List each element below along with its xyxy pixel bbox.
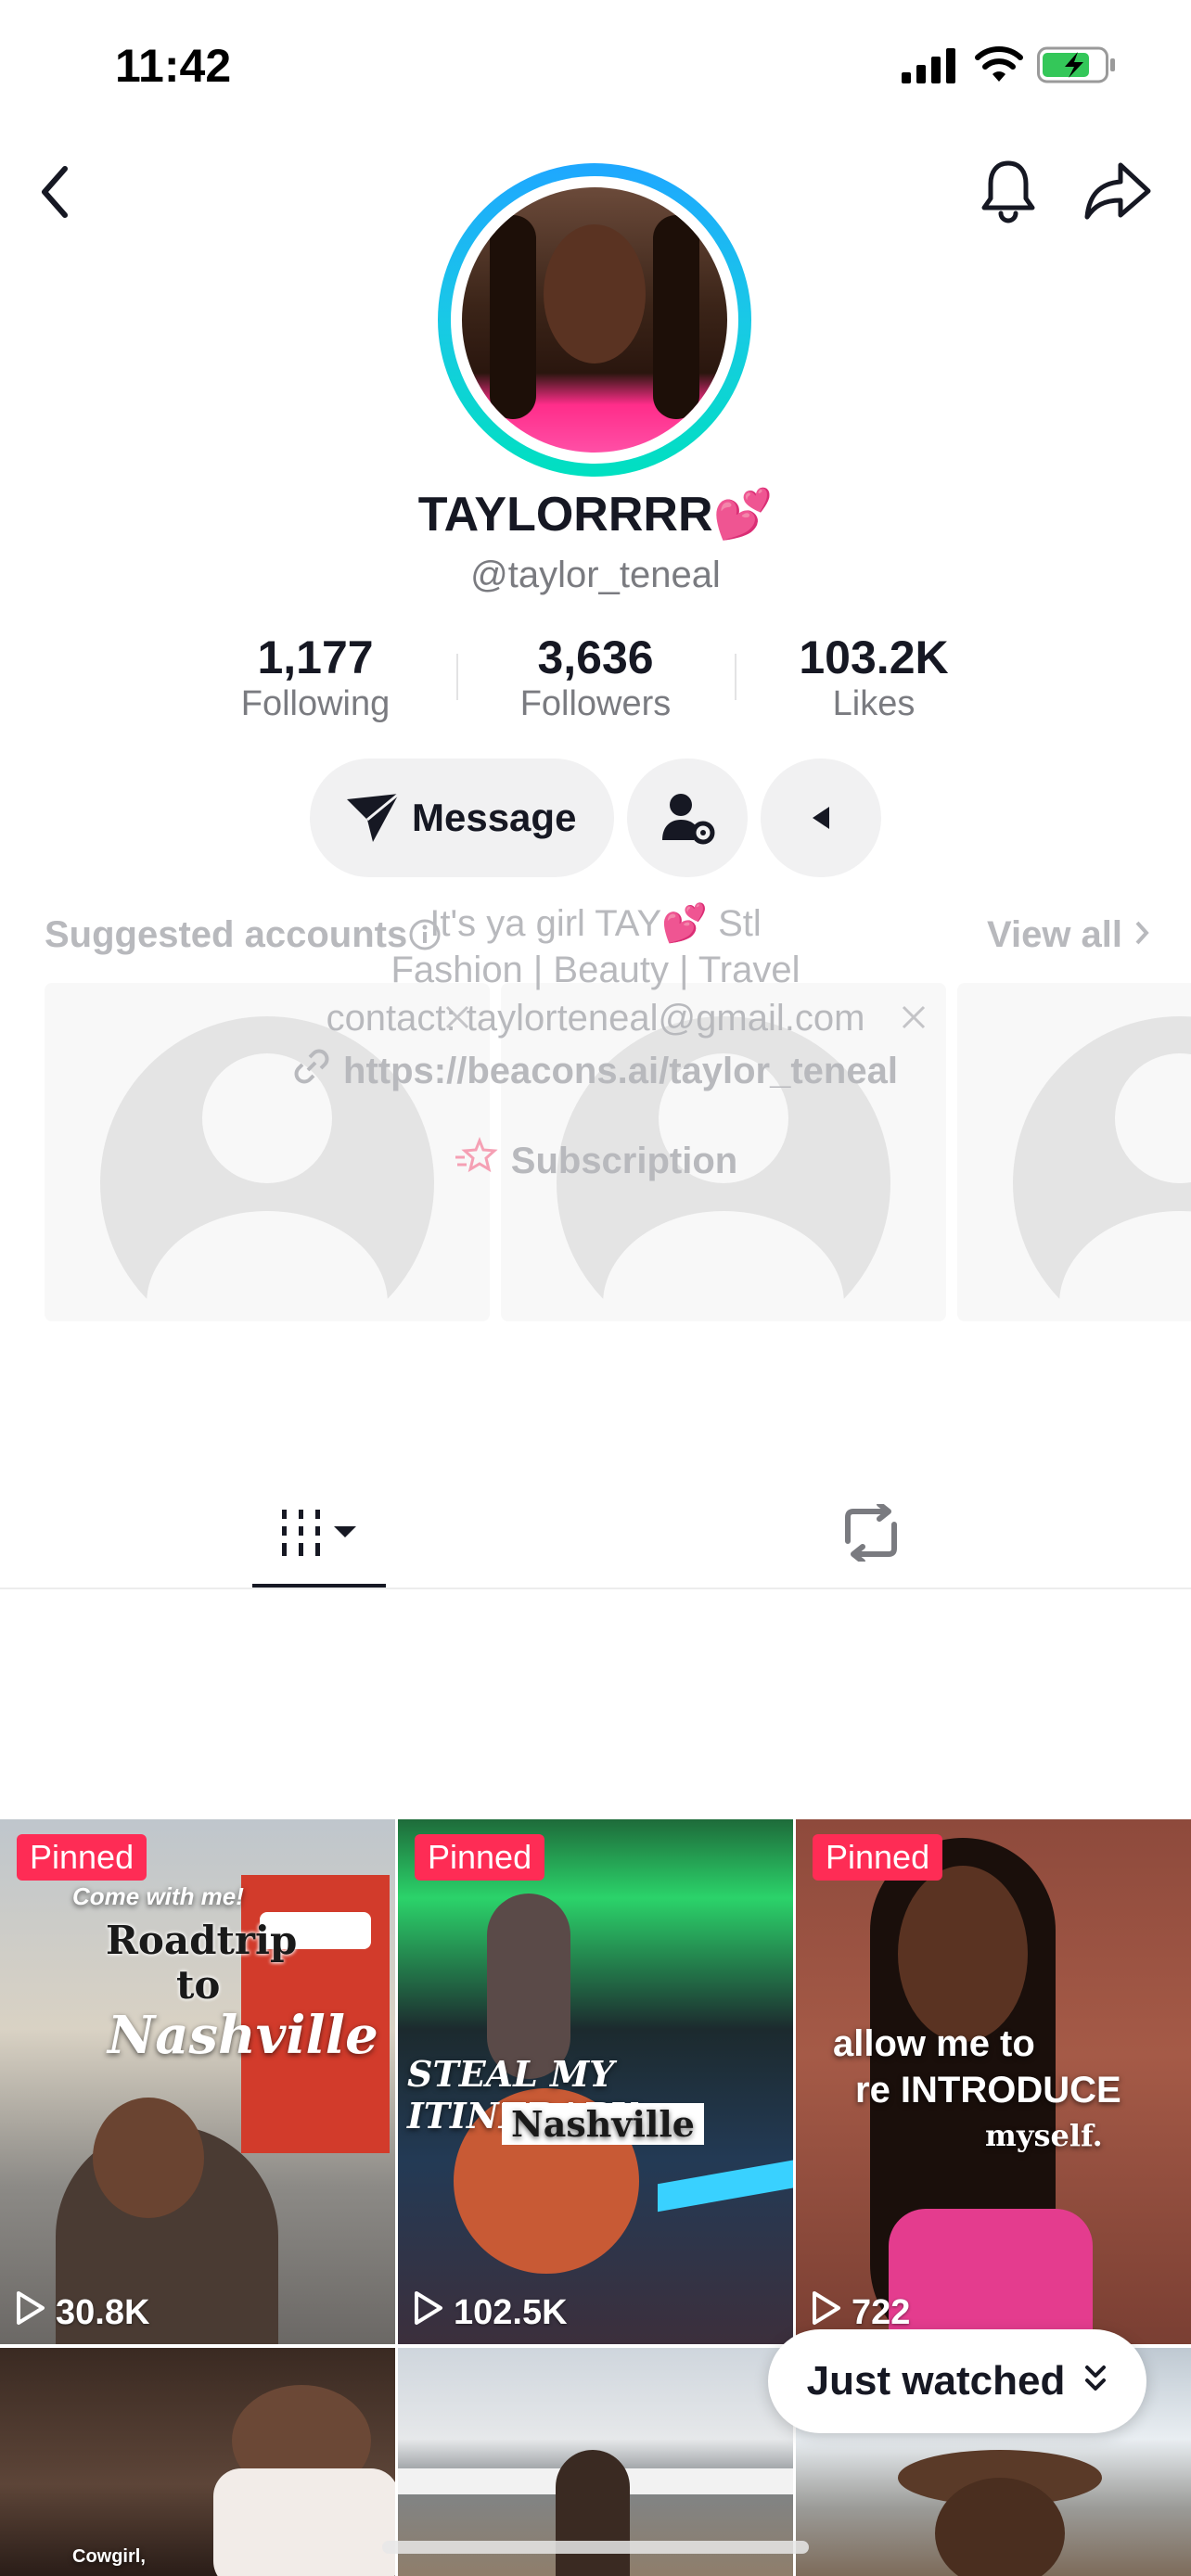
- stat-followers-label: Followers: [519, 684, 672, 723]
- play-icon: [413, 2290, 444, 2335]
- bio-line-3: contact: taylorteneal@gmail.com: [326, 998, 865, 1039]
- video-views-count: 102.5K: [454, 2292, 568, 2332]
- stat-likes-value: 103.2K: [799, 631, 949, 683]
- video-caption-line: Nashville: [502, 2103, 704, 2145]
- stat-following-label: Following: [240, 684, 391, 723]
- stat-likes[interactable]: 103.2K Likes: [772, 631, 976, 724]
- back-button[interactable]: [33, 159, 80, 229]
- video-caption-line: myself.: [985, 2118, 1103, 2153]
- video-thumbnail[interactable]: Pinned STEAL MY ITINERARY Nashville 102.…: [398, 1819, 793, 2344]
- video-caption-line: allow me to: [833, 2023, 1035, 2064]
- just-watched-button[interactable]: Just watched: [768, 2329, 1146, 2433]
- bio-link-label: https://beacons.ai/taylor_teneal: [343, 1050, 898, 1091]
- stat-likes-label: Likes: [832, 684, 916, 723]
- stat-divider: [456, 654, 458, 700]
- message-button-label: Message: [412, 796, 577, 839]
- video-thumbnail[interactable]: Pinned Come with me! Roadtrip to Nashvil…: [0, 1819, 395, 2344]
- chevron-double-down-icon: [1083, 2364, 1108, 2400]
- video-caption-line: to: [176, 1962, 221, 2008]
- video-caption-line: Cowgirl,: [72, 2546, 146, 2567]
- pinned-badge: Pinned: [415, 1834, 545, 1881]
- display-name: TAYLORRRR💕: [417, 488, 774, 542]
- bell-icon[interactable]: [978, 158, 1039, 229]
- avatar[interactable]: [438, 163, 751, 477]
- stat-divider: [735, 654, 736, 700]
- subscription-link[interactable]: Subscription: [0, 1136, 1191, 1185]
- video-caption-line: Roadtrip: [106, 1918, 298, 1963]
- send-icon: [345, 792, 401, 848]
- more-button[interactable]: [761, 759, 881, 877]
- video-caption-line: Nashville: [108, 2005, 378, 2066]
- bio-link[interactable]: https://beacons.ai/taylor_teneal: [0, 1048, 1191, 1094]
- video-caption-line: Come with me!: [72, 1882, 244, 1910]
- stat-following[interactable]: 1,177 Following: [213, 631, 417, 724]
- battery-icon: [1037, 46, 1117, 88]
- video-views: 30.8K: [15, 2290, 149, 2335]
- video-views-count: 722: [852, 2292, 911, 2332]
- signal-icon: [902, 48, 957, 88]
- video-views: 102.5K: [413, 2290, 568, 2335]
- add-friend-button[interactable]: [627, 759, 748, 877]
- tabs-divider: [0, 1588, 1191, 1589]
- share-icon[interactable]: [1083, 159, 1152, 227]
- pinned-badge: Pinned: [17, 1834, 147, 1881]
- home-indicator: [382, 2541, 809, 2554]
- grid-icon: [280, 1508, 364, 1564]
- video-views: 722: [811, 2290, 910, 2335]
- subscription-label: Subscription: [510, 1140, 738, 1181]
- video-thumbnail[interactable]: Pinned allow me to re INTRODUCE myself. …: [796, 1819, 1191, 2344]
- play-icon: [15, 2290, 46, 2335]
- stat-following-value: 1,177: [257, 631, 374, 683]
- stat-followers-value: 3,636: [537, 631, 654, 683]
- play-icon: [811, 2290, 842, 2335]
- pinned-badge: Pinned: [813, 1834, 943, 1881]
- just-watched-label: Just watched: [806, 2358, 1066, 2404]
- stat-followers[interactable]: 3,636 Followers: [493, 631, 698, 724]
- bio-line-2: Fashion | Beauty | Travel: [391, 950, 800, 990]
- message-button[interactable]: Message: [310, 759, 614, 877]
- subscription-star-icon: [454, 1136, 498, 1185]
- wifi-icon: [974, 45, 1024, 88]
- username: @taylor_teneal: [470, 555, 721, 595]
- user-gear-icon: [660, 790, 718, 852]
- tab-reposts[interactable]: [839, 1501, 903, 1569]
- bio-line-1: It's ya girl TAY💕 Stl: [429, 903, 762, 944]
- status-time: 11:42: [115, 40, 232, 92]
- video-thumbnail[interactable]: Cowgirl,: [0, 2348, 395, 2576]
- tab-videos[interactable]: [252, 1495, 386, 1588]
- video-caption-line: re INTRODUCE: [855, 2070, 1121, 2111]
- triangle-icon: [809, 805, 833, 835]
- link-icon: [293, 1048, 330, 1094]
- video-views-count: 30.8K: [56, 2292, 150, 2332]
- repost-icon: [839, 1501, 903, 1565]
